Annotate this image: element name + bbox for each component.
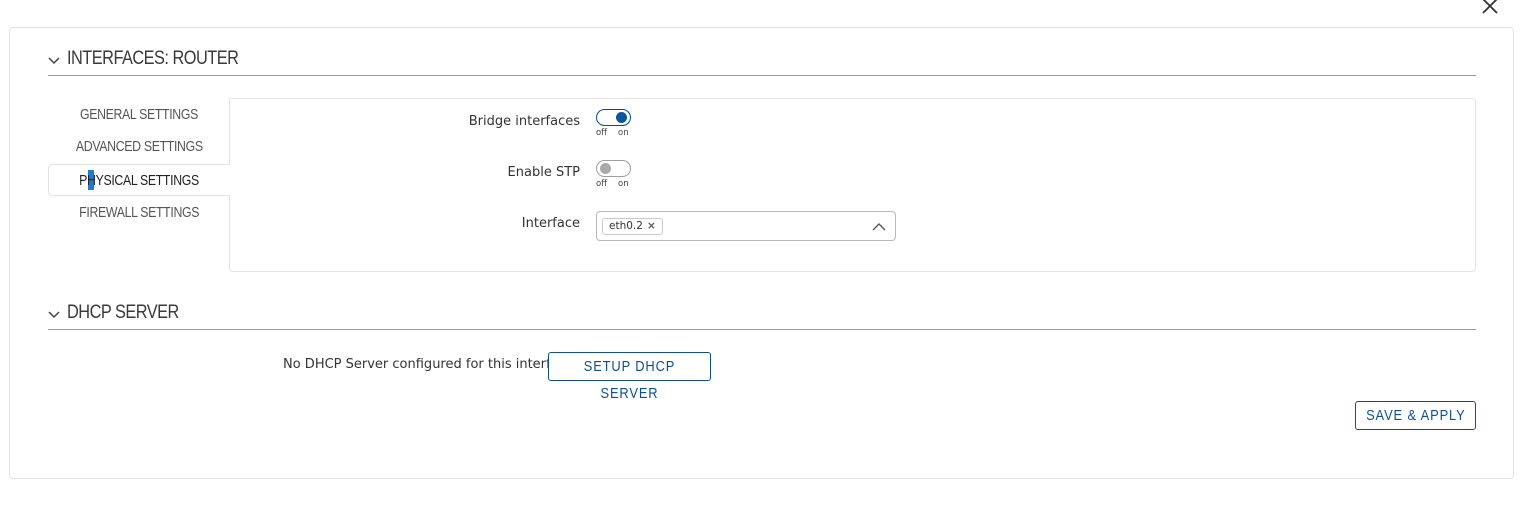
button-label: SAVE & APPLY [1365,407,1466,424]
interface-label: Interface [521,216,580,231]
chevron-down-icon [48,311,60,319]
toggle-off-text: off [596,179,608,189]
setup-dhcp-server-button[interactable]: SETUP DHCP SERVER [548,352,711,402]
tab-label: FIREWALL SETTINGS [79,204,199,221]
interface-select[interactable]: eth0.2 × [596,211,896,241]
interfaces-section-title: INTERFACES: ROUTER [67,48,239,69]
tab-general-settings[interactable]: GENERAL SETTINGS [48,99,230,131]
dhcp-status-message: No DHCP Server configured for this inter… [283,357,574,372]
tab-physical-settings[interactable]: PHYSICAL SETTINGS [48,164,230,196]
chevron-up-icon[interactable] [872,222,886,231]
tab-label: ADVANCED SETTINGS [75,138,203,155]
save-apply-button[interactable]: SAVE & APPLY [1355,401,1476,430]
enable-stp-toggle[interactable] [596,160,631,177]
toggle-on-text: on [618,128,629,138]
dhcp-section-header[interactable]: DHCP SERVER [48,300,1476,330]
toggle-off-text: off [596,128,608,138]
tab-label: GENERAL SETTINGS [79,106,199,123]
tab-firewall-settings[interactable]: FIREWALL SETTINGS [48,197,230,229]
selected-tag: eth0.2 × [602,218,663,235]
tab-label: PHYSICAL SETTINGS [79,172,200,189]
bridge-interfaces-toggle[interactable] [596,109,631,126]
button-label: SETUP DHCP SERVER [583,358,676,402]
close-icon[interactable] [1478,0,1502,18]
toggle-knob [600,163,611,174]
tag-label: eth0.2 [609,220,643,232]
dhcp-section-title: DHCP SERVER [67,302,179,323]
toggle-knob [616,112,627,123]
interfaces-section-header[interactable]: INTERFACES: ROUTER [48,46,1476,76]
remove-tag-icon[interactable]: × [647,219,656,234]
tab-advanced-settings[interactable]: ADVANCED SETTINGS [48,131,230,163]
toggle-on-text: on [618,179,629,189]
bridge-interfaces-label: Bridge interfaces [468,114,580,129]
enable-stp-label: Enable STP [507,165,580,180]
chevron-down-icon [48,57,60,65]
